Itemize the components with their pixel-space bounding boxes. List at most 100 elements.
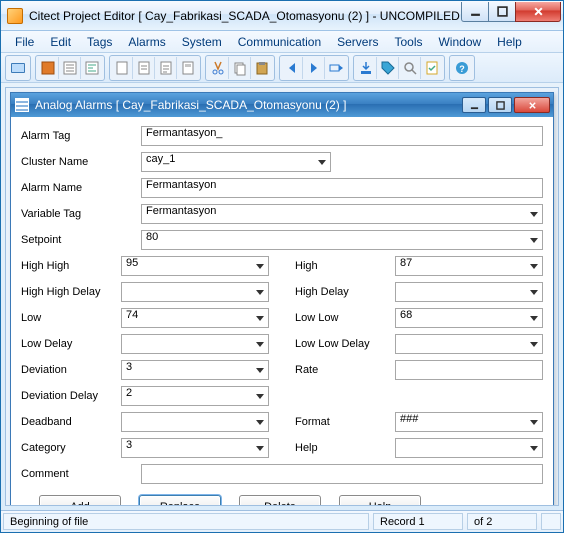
label-deviation-delay: Deviation Delay bbox=[21, 390, 121, 402]
label-category: Category bbox=[21, 442, 121, 454]
label-alarm-tag: Alarm Tag bbox=[21, 130, 141, 142]
field-low[interactable]: 74 bbox=[121, 308, 269, 328]
toolbar-arrow-right-icon[interactable] bbox=[303, 57, 325, 79]
label-low: Low bbox=[21, 312, 121, 324]
field-high-delay[interactable] bbox=[395, 282, 543, 302]
window-title: Citect Project Editor [ Cay_Fabrikasi_SC… bbox=[29, 9, 462, 23]
toolbar-help-icon[interactable]: ? bbox=[451, 57, 473, 79]
toolbar-cicode-icon[interactable] bbox=[81, 57, 103, 79]
field-category[interactable]: 3 bbox=[121, 438, 269, 458]
status-record: Record 1 bbox=[373, 513, 463, 530]
label-high-delay: High Delay bbox=[295, 286, 395, 298]
app-icon bbox=[7, 8, 23, 24]
toolbar-print-icon[interactable] bbox=[177, 57, 199, 79]
label-low-low-delay: Low Low Delay bbox=[295, 338, 395, 350]
toolbar-tag-icon[interactable] bbox=[377, 57, 399, 79]
toolbar-list-icon[interactable] bbox=[59, 57, 81, 79]
form-area: Alarm Tag Fermantasyon_ Cluster Name cay… bbox=[11, 117, 553, 506]
label-low-low: Low Low bbox=[295, 312, 395, 324]
field-help[interactable] bbox=[395, 438, 543, 458]
close-button[interactable] bbox=[515, 2, 561, 22]
label-deviation: Deviation bbox=[21, 364, 121, 376]
field-setpoint[interactable]: 80 bbox=[141, 230, 543, 250]
field-comment[interactable] bbox=[141, 464, 543, 484]
label-high: High bbox=[295, 260, 395, 272]
label-setpoint: Setpoint bbox=[21, 234, 141, 246]
label-high-high-delay: High High Delay bbox=[21, 286, 121, 298]
field-cluster-name[interactable]: cay_1 bbox=[141, 152, 331, 172]
menu-alarms[interactable]: Alarms bbox=[120, 33, 173, 51]
field-variable-tag[interactable]: Fermantasyon bbox=[141, 204, 543, 224]
field-high-high-delay[interactable] bbox=[121, 282, 269, 302]
button-row: Add Replace Delete Help bbox=[21, 489, 543, 506]
label-help: Help bbox=[295, 442, 395, 454]
help-button[interactable]: Help bbox=[339, 495, 421, 506]
label-comment: Comment bbox=[21, 468, 141, 480]
label-low-delay: Low Delay bbox=[21, 338, 121, 350]
menu-edit[interactable]: Edit bbox=[42, 33, 79, 51]
svg-text:?: ? bbox=[459, 64, 465, 74]
field-high-high[interactable]: 95 bbox=[121, 256, 269, 276]
toolbar-find-icon[interactable] bbox=[399, 57, 421, 79]
form-icon bbox=[15, 98, 29, 112]
delete-button[interactable]: Delete bbox=[239, 495, 321, 506]
label-alarm-name: Alarm Name bbox=[21, 182, 141, 194]
inner-maximize-button[interactable] bbox=[488, 97, 512, 113]
label-format: Format bbox=[295, 416, 395, 428]
field-deviation[interactable]: 3 bbox=[121, 360, 269, 380]
menu-file[interactable]: File bbox=[7, 33, 42, 51]
replace-button[interactable]: Replace bbox=[139, 495, 221, 506]
field-low-delay[interactable] bbox=[121, 334, 269, 354]
toolbar-project-icon[interactable] bbox=[7, 57, 29, 79]
field-deviation-delay[interactable]: 2 bbox=[121, 386, 269, 406]
toolbar-copy-icon[interactable] bbox=[229, 57, 251, 79]
toolbar-cut-icon[interactable] bbox=[207, 57, 229, 79]
toolbar-arrow-left-icon[interactable] bbox=[281, 57, 303, 79]
label-high-high: High High bbox=[21, 260, 121, 272]
toolbar-compile-icon[interactable] bbox=[421, 57, 443, 79]
field-alarm-tag[interactable]: Fermantasyon_ bbox=[141, 126, 543, 146]
label-variable-tag: Variable Tag bbox=[21, 208, 141, 220]
toolbar-goto-icon[interactable] bbox=[325, 57, 347, 79]
label-cluster-name: Cluster Name bbox=[21, 156, 141, 168]
label-rate: Rate bbox=[295, 364, 395, 376]
inner-window-title: Analog Alarms [ Cay_Fabrikasi_SCADA_Otom… bbox=[35, 98, 462, 112]
field-deadband[interactable] bbox=[121, 412, 269, 432]
menu-system[interactable]: System bbox=[174, 33, 230, 51]
label-deadband: Deadband bbox=[21, 416, 121, 428]
field-alarm-name[interactable]: Fermantasyon bbox=[141, 178, 543, 198]
menu-tags[interactable]: Tags bbox=[79, 33, 120, 51]
add-button[interactable]: Add bbox=[39, 495, 121, 506]
menu-tools[interactable]: Tools bbox=[386, 33, 430, 51]
field-format[interactable]: ### bbox=[395, 412, 543, 432]
field-low-low-delay[interactable] bbox=[395, 334, 543, 354]
menu-servers[interactable]: Servers bbox=[329, 33, 386, 51]
menu-help[interactable]: Help bbox=[489, 33, 530, 51]
menu-communication[interactable]: Communication bbox=[230, 33, 329, 51]
menubar: File Edit Tags Alarms System Communicati… bbox=[1, 31, 563, 53]
main-window: Citect Project Editor [ Cay_Fabrikasi_SC… bbox=[0, 0, 564, 533]
field-high[interactable]: 87 bbox=[395, 256, 543, 276]
titlebar: Citect Project Editor [ Cay_Fabrikasi_SC… bbox=[1, 1, 563, 31]
toolbar: ? bbox=[1, 53, 563, 83]
toolbar-new-icon[interactable] bbox=[111, 57, 133, 79]
status-left: Beginning of file bbox=[3, 513, 369, 530]
toolbar-paste-icon[interactable] bbox=[251, 57, 273, 79]
status-spare bbox=[541, 513, 561, 530]
analog-alarms-window: Analog Alarms [ Cay_Fabrikasi_SCADA_Otom… bbox=[10, 92, 554, 506]
toolbar-save-icon[interactable] bbox=[155, 57, 177, 79]
maximize-button[interactable] bbox=[488, 2, 516, 22]
inner-close-button[interactable] bbox=[514, 97, 550, 113]
window-buttons bbox=[462, 2, 561, 22]
toolbar-open-icon[interactable] bbox=[133, 57, 155, 79]
status-of: of 2 bbox=[467, 513, 537, 530]
field-low-low[interactable]: 68 bbox=[395, 308, 543, 328]
toolbar-graphics-icon[interactable] bbox=[37, 57, 59, 79]
menu-window[interactable]: Window bbox=[430, 33, 489, 51]
mdi-client-area: Analog Alarms [ Cay_Fabrikasi_SCADA_Otom… bbox=[5, 87, 559, 506]
field-rate[interactable] bbox=[395, 360, 543, 380]
inner-minimize-button[interactable] bbox=[462, 97, 486, 113]
toolbar-download-icon[interactable] bbox=[355, 57, 377, 79]
minimize-button[interactable] bbox=[461, 2, 489, 22]
inner-titlebar: Analog Alarms [ Cay_Fabrikasi_SCADA_Otom… bbox=[11, 93, 553, 117]
